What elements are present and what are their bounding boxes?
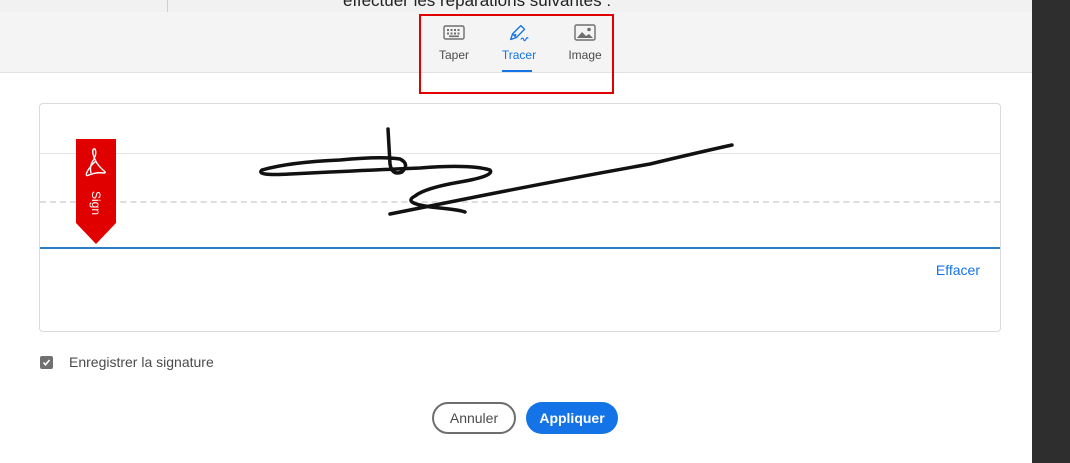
checkmark-icon	[42, 358, 51, 366]
signature-modal: Taper Tracer Image Sign Effacer Enregist…	[0, 12, 1032, 463]
background-divider	[142, 0, 168, 12]
sign-flag-label: Sign	[89, 191, 103, 216]
background-dark-panel	[1032, 0, 1070, 463]
save-signature-checkbox[interactable]	[40, 355, 53, 369]
clear-signature-link[interactable]: Effacer	[936, 262, 980, 278]
drawn-signature	[259, 127, 734, 216]
signature-baseline	[40, 247, 1000, 249]
signature-drawing-area[interactable]: Sign Effacer	[39, 103, 1001, 332]
background-document-text: effectuer les réparations suivantes :	[343, 0, 612, 10]
sign-here-flag: Sign	[76, 139, 116, 244]
tabs-highlight-annotation	[419, 14, 614, 94]
cancel-button[interactable]: Annuler	[432, 402, 516, 434]
save-signature-label: Enregistrer la signature	[69, 354, 214, 370]
save-signature-option: Enregistrer la signature	[40, 354, 214, 370]
apply-button[interactable]: Appliquer	[526, 402, 618, 434]
